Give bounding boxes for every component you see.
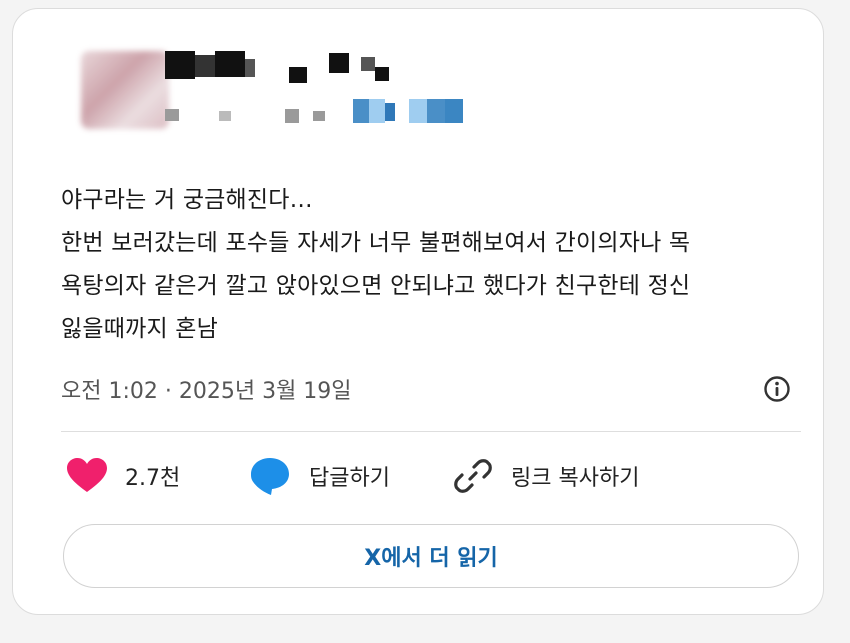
link-icon	[454, 459, 492, 493]
tweet-text-line: 한번 보러갔는데 포수들 자세가 너무 불편해보여서 간이의자나 목	[61, 230, 691, 256]
tweet-meta-row: 오전 1:02 · 2025년 3월 19일	[61, 369, 801, 409]
like-count: 2.7천	[125, 466, 181, 491]
like-button[interactable]: 2.7천	[67, 451, 180, 501]
info-icon[interactable]	[763, 375, 791, 403]
copy-link-button[interactable]: 링크 복사하기	[453, 451, 639, 501]
tweet-text-line: 욕탕의자 같은거 깔고 앉아있으면 안되냐고 했다가 친구한테 정신	[61, 273, 691, 299]
speech-bubble-icon	[251, 458, 289, 495]
tweet-text-line: 야구라는 거 궁금해진다…	[61, 187, 313, 213]
tweet-text-line: 잃을때까지 혼남	[61, 316, 219, 342]
reply-button[interactable]: 답글하기	[249, 451, 390, 501]
tweet-actions: 2.7천 답글하기 링크 복사하기	[61, 451, 801, 501]
reply-label: 답글하기	[309, 466, 390, 491]
tweet-timestamp[interactable]: 오전 1:02 · 2025년 3월 19일	[61, 373, 352, 405]
tweet-text: 야구라는 거 궁금해진다… 한번 보러갔는데 포수들 자세가 너무 불편해보여서…	[61, 179, 801, 351]
tweet-author-header	[13, 9, 823, 149]
copy-link-label: 링크 복사하기	[511, 466, 640, 491]
author-avatar[interactable]	[81, 51, 169, 129]
heart-icon	[67, 458, 107, 492]
divider	[61, 431, 801, 432]
tweet-card: 야구라는 거 궁금해진다… 한번 보러갔는데 포수들 자세가 너무 불편해보여서…	[12, 8, 824, 615]
read-more-on-x-button[interactable]: X에서 더 읽기	[63, 524, 799, 588]
